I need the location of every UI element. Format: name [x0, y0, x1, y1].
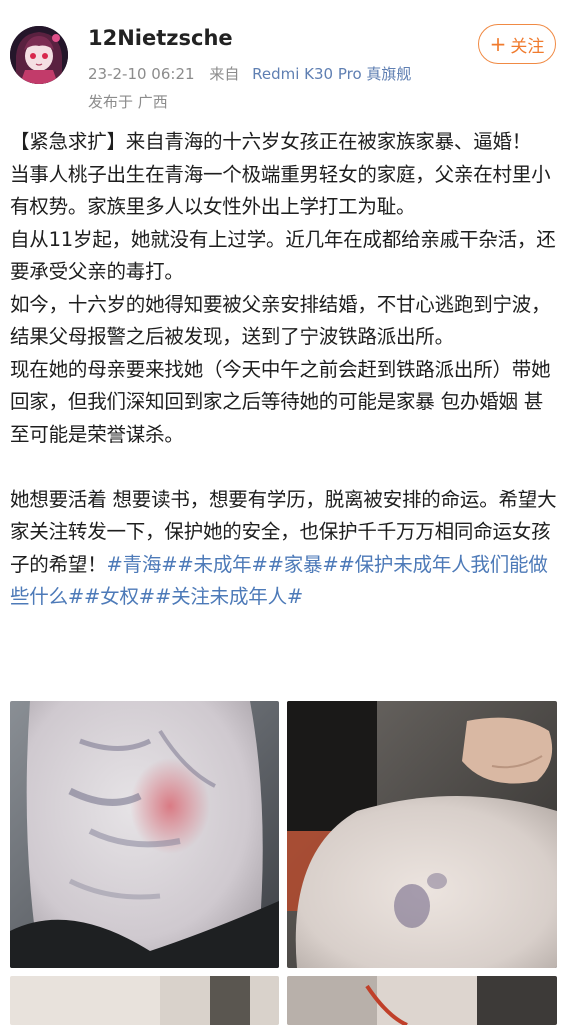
- post-photo[interactable]: [10, 701, 279, 968]
- avatar-image: [10, 26, 68, 84]
- photo-image: [287, 976, 557, 1025]
- post-photo[interactable]: [10, 976, 279, 1025]
- hashtag-link[interactable]: #关注未成年人#: [155, 585, 303, 608]
- device-link[interactable]: Redmi K30 Pro 真旗舰: [252, 65, 411, 83]
- timestamp: 23-2-10 06:21: [88, 65, 195, 83]
- source-prefix: 来自: [209, 65, 240, 83]
- photo-image: [10, 976, 279, 1025]
- post-paragraph: 当事人桃子出生在青海一个极端重男轻女的家庭，父亲在村里小有权势。家族里多人以女性…: [10, 162, 551, 219]
- post-photo[interactable]: [287, 701, 557, 968]
- follow-button[interactable]: + 关注: [478, 24, 556, 64]
- photo-image: [287, 701, 557, 968]
- hashtag-link[interactable]: #女权#: [84, 585, 155, 608]
- post-closing-paragraph: 她想要活着 想要读书，想要有学历，脱离被安排的命运。希望大家关注转发一下，保护她…: [10, 484, 562, 614]
- post-text: 【紧急求扩】来自青海的十六岁女孩正在被家族家暴、逼婚！ 当事人桃子出生在青海一个…: [10, 126, 562, 614]
- hashtag-link[interactable]: #青海#: [107, 553, 178, 576]
- follow-label: 关注: [510, 36, 545, 57]
- post-paragraph: 【紧急求扩】来自青海的十六岁女孩正在被家族家暴、逼婚！: [10, 130, 532, 153]
- photo-image: [10, 701, 279, 968]
- username[interactable]: 12Nietzsche: [88, 26, 233, 50]
- post-paragraph: 自从11岁起，她就没有上过学。近几年在成都给亲戚干杂活，还要承受父亲的毒打。: [10, 227, 556, 284]
- post-paragraph: 如今，十六岁的她得知要被父亲安排结婚，不甘心逃跑到宁波，结果父母报警之后被发现，…: [10, 292, 551, 349]
- post-paragraph: 现在她的母亲要来找她（今天中午之前会赶到铁路派出所）带她回家，但我们深知回到家之…: [10, 357, 551, 446]
- post-location: 发布于 广西: [88, 93, 168, 111]
- plus-icon: +: [489, 32, 507, 56]
- hashtag-link[interactable]: #未成年#: [177, 553, 267, 576]
- hashtag-link[interactable]: #家暴#: [268, 553, 339, 576]
- post-meta: 23-2-10 06:21 来自 Redmi K30 Pro 真旗舰: [88, 63, 411, 84]
- avatar[interactable]: [10, 26, 68, 84]
- post-photo[interactable]: [287, 976, 557, 1025]
- post-header: 12Nietzsche 23-2-10 06:21 来自 Redmi K30 P…: [0, 0, 567, 120]
